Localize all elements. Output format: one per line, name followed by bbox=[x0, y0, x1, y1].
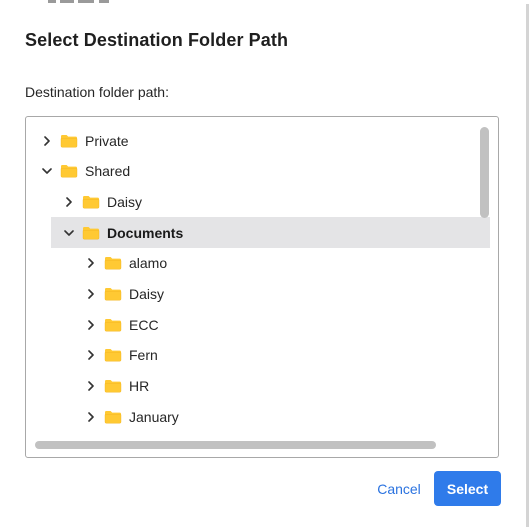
tree-item-label: Shared bbox=[85, 163, 131, 180]
tree-item[interactable]: HR bbox=[86, 371, 149, 402]
chevron-down-icon[interactable] bbox=[42, 166, 52, 176]
folder-icon bbox=[104, 287, 122, 301]
chevron-right-icon[interactable] bbox=[42, 135, 52, 146]
chevron-right-icon[interactable] bbox=[86, 258, 96, 269]
tree-item[interactable]: Daisy bbox=[64, 186, 142, 217]
tree-item[interactable]: Shared bbox=[42, 156, 130, 187]
chevron-down-icon[interactable] bbox=[64, 228, 74, 238]
tree-item-label: Daisy bbox=[129, 286, 165, 302]
tree-item[interactable]: January bbox=[86, 401, 179, 432]
destination-path-label: Destination folder path: bbox=[25, 84, 169, 100]
chevron-right-icon[interactable] bbox=[86, 350, 96, 361]
tree-item[interactable]: ECC bbox=[86, 309, 159, 340]
tree-item[interactable]: alamo bbox=[86, 248, 167, 279]
tree-item[interactable]: Documents bbox=[51, 217, 490, 249]
tree-item-label: ECC bbox=[129, 316, 159, 333]
folder-icon bbox=[104, 379, 122, 393]
chevron-right-icon[interactable] bbox=[86, 289, 96, 299]
folder-icon bbox=[104, 256, 122, 270]
tree-item-label: Fern bbox=[129, 347, 158, 364]
folder-icon bbox=[60, 164, 78, 178]
tree-item-label: Daisy bbox=[107, 193, 143, 210]
tree-item-label: Private bbox=[85, 132, 129, 149]
folder-icon bbox=[82, 226, 100, 240]
chevron-right-icon[interactable] bbox=[86, 319, 96, 330]
chevron-right-icon[interactable] bbox=[86, 381, 96, 391]
tree-item-label: Documents bbox=[107, 224, 184, 241]
select-folder-dialog: Select Destination Folder Path Destinati… bbox=[0, 4, 529, 527]
tree-item-label: alamo bbox=[129, 255, 168, 272]
folder-icon bbox=[104, 348, 122, 362]
folder-icon bbox=[104, 318, 122, 332]
select-button[interactable]: Select bbox=[434, 471, 501, 506]
tree-item-label: HR bbox=[129, 378, 150, 395]
folder-icon bbox=[104, 410, 122, 424]
chevron-right-icon[interactable] bbox=[64, 197, 74, 207]
tree-item[interactable]: Fern bbox=[86, 340, 158, 371]
chevron-right-icon[interactable] bbox=[86, 411, 96, 422]
dialog-title: Select Destination Folder Path bbox=[25, 30, 289, 50]
tree-item-label: January bbox=[129, 408, 179, 425]
horizontal-scrollbar[interactable] bbox=[35, 441, 436, 449]
folder-icon bbox=[82, 195, 100, 209]
tree-item[interactable]: Daisy bbox=[86, 279, 164, 310]
vertical-scrollbar[interactable] bbox=[480, 127, 489, 218]
folder-icon bbox=[60, 134, 78, 148]
tree-item[interactable]: Private bbox=[42, 125, 129, 156]
cancel-button[interactable]: Cancel bbox=[368, 472, 430, 506]
folder-tree[interactable]: January HR Fern ECC Daisy alamo Documents Daisy… bbox=[25, 116, 499, 458]
